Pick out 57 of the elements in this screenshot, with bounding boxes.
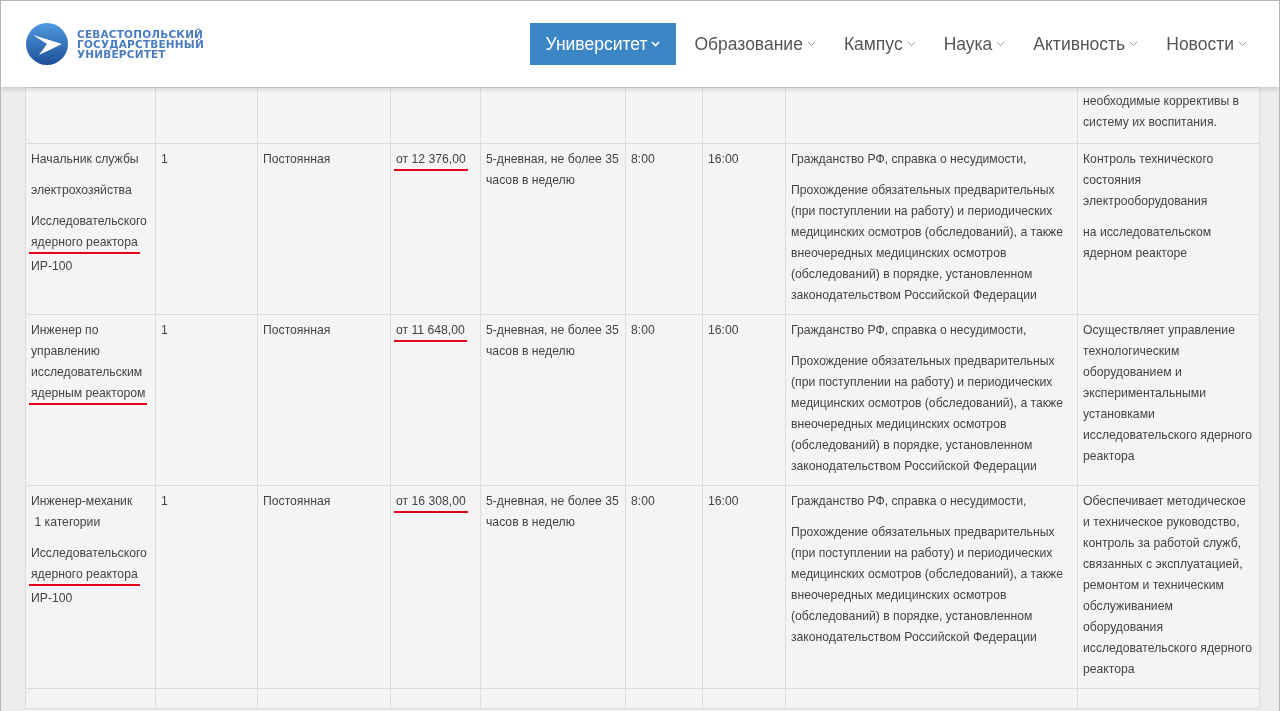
caret-icon	[1129, 41, 1139, 47]
cell-text: на исследовательском ядерном реакторе	[1083, 224, 1213, 262]
cell-text: 16:00	[708, 151, 740, 168]
cell-text: электрохозяйства	[31, 183, 132, 197]
cell-text: Прохождение обязательных предварительных (при поступлении на работу) и периодических медицинских осмотров (обследований), а также внеочередных медицинских осмотров (обследований) в порядке, установленном законодательством Российской Федерации	[791, 182, 1065, 304]
cell-text: управлению	[31, 344, 100, 358]
caret-icon	[806, 41, 816, 47]
cell-text: Инженер-механик	[31, 494, 133, 508]
cell-text: Прохождение обязательных предварительных (при поступлении на работу) и периодических медицинских осмотров (обследований), а также внеочередных медицинских осмотров (обследований) в порядке, установленном законодательством Российской Федерации	[791, 353, 1065, 475]
cell-text: необходимые коррективы в систему их воспитания.	[1083, 93, 1241, 131]
cell-text: ядерного реактора	[29, 234, 140, 254]
cell-text: Гражданство РФ, справка о несудимости,	[791, 151, 1028, 168]
cell-text: Инженер по	[31, 323, 99, 337]
salary-text: от 12 376,00	[394, 151, 468, 171]
cell-text: Прохождение обязательных предварительных (при поступлении на работу) и периодических медицинских осмотров (обследований), а также внеочередных медицинских осмотров (обследований) в порядке, установленном законодательством Российской Федерации	[791, 524, 1065, 646]
cell-text: 1	[161, 493, 169, 510]
cell-text: Обеспечивает методическое и техническое руководство, контроль за работой служб, связанных с эксплуатацией, ремонтом и техническим обслуживанием оборудования исследовательского ядерного реактора	[1083, 493, 1254, 678]
cell-text: Постоянная	[263, 493, 332, 510]
cell-text: исследовательским	[31, 365, 143, 379]
caret-icon	[996, 41, 1006, 47]
caret-icon	[1238, 41, 1247, 47]
nav-tab[interactable]: Образование	[684, 23, 826, 65]
logo-text[interactable]: СЕВАСТОПОЛЬСКИЙ ГОСУДАРСТВЕННЫЙ УНИВЕРСИТЕТ	[77, 29, 204, 59]
cell-text: 16:00	[708, 322, 740, 339]
cell-text: ИР-100	[31, 259, 73, 273]
cell-text: 1	[161, 322, 169, 339]
cell-text: 5-дневная, не более 35 часов в неделю	[486, 151, 620, 189]
cell-text: Постоянная	[263, 322, 332, 339]
cell-text: 8:00	[631, 493, 656, 510]
cell-text: 1	[161, 151, 169, 168]
cell-text: ИР-100	[31, 591, 73, 605]
cell-text: 16:00	[708, 493, 740, 510]
cell-text: Контроль технического состояния электрооборудования	[1083, 151, 1215, 210]
cell-text: 5-дневная, не более 35 часов в неделю	[486, 493, 620, 531]
nav-tab[interactable]: Новости	[1156, 23, 1257, 65]
caret-icon	[906, 41, 916, 47]
cell-text: Начальник службы	[31, 152, 139, 166]
cell-text: Постоянная	[263, 151, 332, 168]
cell-text: Осуществляет управление технологическим оборудованием и экспериментальными установками исследовательского ядерного реактора	[1083, 322, 1254, 465]
cell-text: Исследовательского	[31, 546, 147, 560]
cell-text: ядерным реактором	[29, 385, 148, 405]
logo-icon	[25, 22, 69, 66]
cell-text: 8:00	[631, 322, 656, 339]
nav-tab[interactable]: Наука	[933, 23, 1016, 65]
cell-text: 1 категории	[33, 515, 101, 529]
nav-tab[interactable]: Кампус	[833, 23, 926, 65]
cell-text: Исследовательского	[31, 214, 147, 228]
salary-text: от 11 648,00	[394, 322, 467, 342]
cell-text: ядерного реактора	[29, 566, 140, 586]
salary-text: от 16 308,00	[394, 493, 468, 513]
cell-text: Гражданство РФ, справка о несудимости,	[791, 493, 1028, 510]
caret-icon	[651, 41, 661, 47]
nav-tab[interactable]: Активность	[1023, 23, 1149, 65]
cell-text: Гражданство РФ, справка о несудимости,	[791, 322, 1028, 339]
cell-text: 5-дневная, не более 35 часов в неделю	[486, 322, 620, 360]
cell-text: 8:00	[631, 151, 656, 168]
nav-tab[interactable]: Университет	[529, 23, 677, 65]
